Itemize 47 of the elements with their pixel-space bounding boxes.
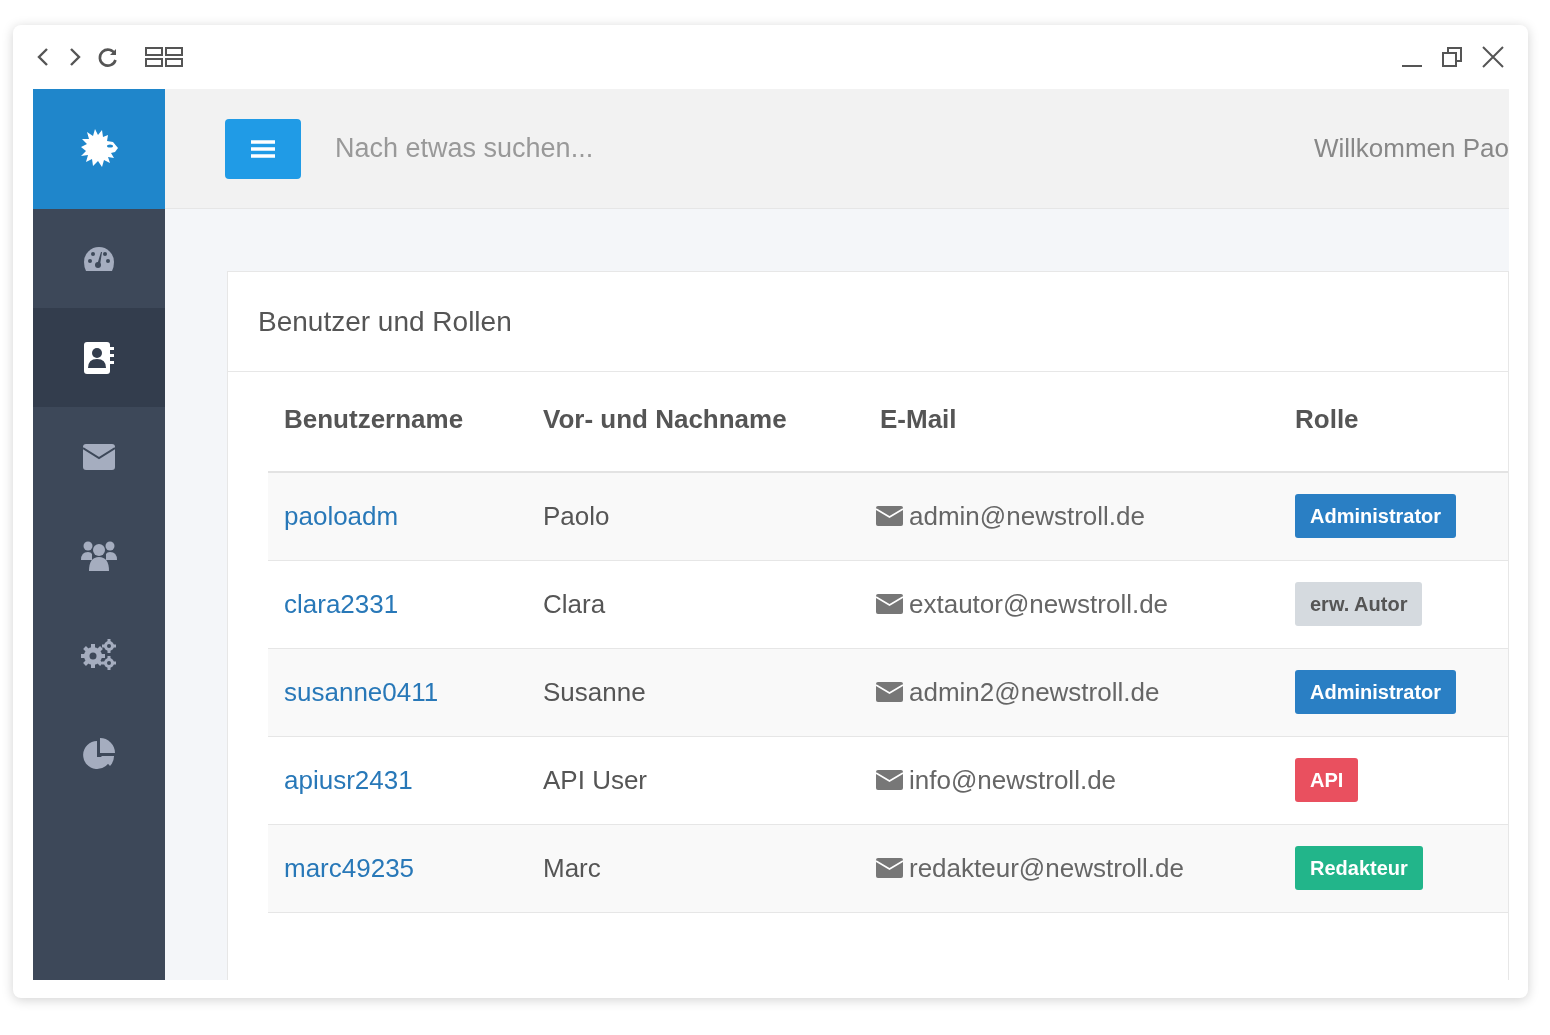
contact-book-icon <box>83 340 115 375</box>
email-text: redakteur@newstroll.de <box>909 851 1184 885</box>
envelope-icon <box>83 443 115 470</box>
email-text: extautor@newstroll.de <box>909 587 1169 621</box>
username-link[interactable]: susanne0411 <box>284 676 439 707</box>
forward-icon[interactable] <box>67 46 83 68</box>
close-icon[interactable] <box>1481 45 1505 69</box>
username-link[interactable]: marc49235 <box>284 852 415 883</box>
column-header: Benutzername <box>268 400 527 472</box>
envelope-icon <box>876 594 903 614</box>
column-header: Vor- und Nachname <box>527 400 864 472</box>
role-badge: erw. Autor <box>1295 582 1423 626</box>
welcome-text: Willkommen Pao <box>1313 132 1509 165</box>
username-link[interactable]: clara2331 <box>284 588 399 619</box>
card-title: Benutzer und Rollen <box>258 304 512 339</box>
menu-button[interactable] <box>225 118 301 179</box>
restore-icon[interactable] <box>1441 46 1463 68</box>
users-icon <box>81 539 117 572</box>
name-cell: Susanne <box>527 648 864 736</box>
username-link[interactable]: paoloadm <box>284 500 399 531</box>
role-badge: Administrator <box>1295 670 1457 714</box>
email-text: admin2@newstroll.de <box>909 675 1160 709</box>
email-text: admin@newstroll.de <box>909 499 1145 533</box>
sidebar-item[interactable] <box>33 308 165 407</box>
search-field[interactable]: Nach etwas suchen... <box>335 128 835 169</box>
envelope-icon <box>876 506 903 527</box>
tabs-grid-icon[interactable] <box>145 46 183 68</box>
back-icon[interactable] <box>35 46 51 68</box>
column-header: Rolle <box>1279 400 1508 472</box>
pie-chart-icon <box>83 737 115 770</box>
column-header: E-Mail <box>864 400 1279 472</box>
gears-icon <box>81 638 117 671</box>
name-cell: Paolo <box>527 472 864 560</box>
email-text: info@newstroll.de <box>909 763 1117 797</box>
envelope-icon <box>876 770 903 790</box>
reload-icon[interactable] <box>97 46 119 68</box>
menu-icon <box>251 138 275 159</box>
name-cell: API User <box>527 736 864 824</box>
envelope-icon <box>876 858 903 878</box>
role-badge: Administrator <box>1295 494 1457 539</box>
envelope-icon <box>876 682 903 702</box>
gauge-icon <box>83 244 115 273</box>
name-cell: Clara <box>527 560 864 648</box>
name-cell: Marc <box>527 824 864 912</box>
role-badge: API <box>1295 758 1359 802</box>
username-link[interactable]: apiusr2431 <box>284 764 413 795</box>
role-badge: Redakteur <box>1295 846 1423 890</box>
